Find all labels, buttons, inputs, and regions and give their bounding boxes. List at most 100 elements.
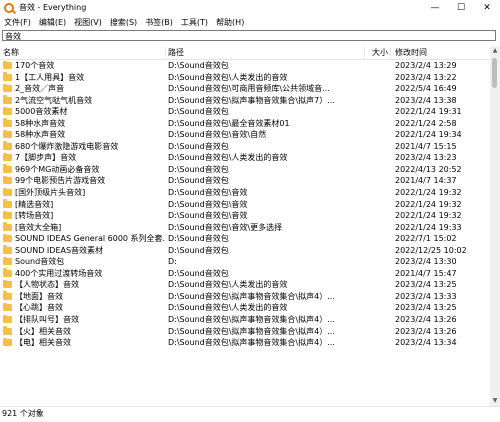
table-row[interactable]: 【人物状态】音效 D:\Sound音效包\人类发出的音效 2023/2/4 13:2… (0, 279, 490, 291)
table-row[interactable]: 【火】相关音效 D:\Sound音效包\拟声事物音效集合\拟声4）... 2023/… (0, 326, 490, 338)
file-name: [精选音效] (15, 199, 54, 209)
date-modified: 2023/2/4 13:29 (395, 61, 457, 70)
folder-icon (3, 60, 12, 69)
vertical-scrollbar[interactable]: ▲ ▼ (490, 46, 500, 406)
folder-icon (3, 95, 12, 104)
file-name: 【火】相关音效 (15, 326, 71, 336)
folder-icon (3, 291, 12, 300)
folder-icon (3, 256, 12, 266)
folder-icon (3, 141, 12, 150)
table-row[interactable]: 5000音效素材 D:\Sound音效包 2022/1/24 19:31 (0, 106, 490, 118)
file-path: D:\Sound音效包\音效 (168, 188, 248, 198)
file-name: 7【脚步声】音效 (15, 153, 77, 163)
table-row[interactable]: 680个爆炸激隐游戏电影音效 D:\Sound音效包 2021/4/7 15:15 (0, 141, 490, 153)
file-path: D:\Sound音效包\人类发出的音效 (168, 72, 288, 82)
table-row[interactable]: [音效大全箱] D:\Sound音效包\音效\更多选择 2022/1/24 19:3… (0, 222, 490, 234)
table-row[interactable]: 2气流空气哒气机音效 D:\Sound音效包\拟声事物音效集合\拟声7）... 20… (0, 95, 490, 107)
file-path: D:\Sound音效包\拟声事物音效集合\拟声4）... (168, 326, 335, 336)
menu-bookmarks[interactable]: 书签(B) (141, 17, 177, 28)
date-modified: 2021/4/7 14:37 (395, 176, 457, 186)
scrollbar-thumb[interactable] (492, 58, 497, 88)
folder-icon (3, 199, 12, 208)
file-name: 【排队叫号】音效 (15, 315, 79, 325)
scroll-up-arrow-icon[interactable]: ▲ (490, 46, 500, 56)
table-row[interactable]: 【心跳】音效 D:\Sound音效包\人类发出的音效 2023/2/4 13:25 (0, 302, 490, 314)
folder-icon (3, 83, 12, 93)
file-name: Sound音效包 (15, 257, 65, 267)
file-name: [音效大全箱] (15, 222, 62, 232)
minimize-button[interactable]: — (422, 0, 448, 15)
file-path: D:\Sound音效包 (168, 164, 229, 174)
date-modified: 2022/1/24 19:34 (395, 130, 462, 140)
file-name: 【心跳】音效 (15, 303, 63, 313)
table-row[interactable]: 【排队叫号】音效 D:\Sound音效包\拟声事物音效集合\拟声4）... 2023… (0, 314, 490, 326)
title-bar: 音效 - Everything — ☐ ✕ (0, 0, 500, 15)
column-divider[interactable] (390, 47, 391, 58)
table-row[interactable]: SOUND IDEAS General 6000 系列全套... D:\Sound… (0, 233, 490, 245)
folder-icon (3, 72, 12, 81)
table-row[interactable]: 969个MG动画必备音效 D:\Sound音效包 2022/4/13 20:52 (0, 164, 490, 176)
column-divider[interactable] (364, 47, 365, 58)
column-name-header[interactable]: 名称 (3, 46, 19, 59)
column-modified-header[interactable]: 修改时间 (395, 46, 427, 59)
file-path: D:\Sound音效包\人类发出的音效 (168, 303, 288, 313)
folder-icon (3, 268, 12, 277)
file-path: D:\Sound音效包 (168, 245, 229, 255)
folder-icon (3, 302, 12, 312)
file-path: D: (168, 257, 177, 267)
column-size-header[interactable]: 大小 (372, 46, 388, 59)
date-modified: 2023/2/4 13:38 (395, 95, 457, 105)
folder-icon (3, 279, 12, 289)
date-modified: 2022/1/24 19:32 (395, 211, 462, 221)
table-row[interactable]: 170个音效 D:\Sound音效包 2023/2/4 13:29 (0, 60, 490, 72)
window-controls: — ☐ ✕ (422, 0, 500, 15)
date-modified: 2023/2/4 13:26 (395, 315, 457, 325)
folder-icon (3, 129, 12, 139)
close-button[interactable]: ✕ (474, 0, 500, 15)
maximize-button[interactable]: ☐ (448, 0, 474, 15)
folder-icon (3, 210, 12, 220)
table-row[interactable]: [精选音效] D:\Sound音效包\音效 2022/1/24 19:32 (0, 199, 490, 211)
folder-icon (3, 175, 12, 185)
date-modified: 2022/4/13 20:52 (395, 164, 462, 174)
menu-edit[interactable]: 编辑(E) (35, 17, 70, 28)
date-modified: 2022/5/4 16:49 (395, 84, 457, 94)
table-row[interactable]: 58种水声音效 D:\Sound音效包\最全音效素材01 2022/1/24 2:5… (0, 118, 490, 130)
column-divider[interactable] (165, 47, 166, 58)
menu-tools[interactable]: 工具(T) (177, 17, 212, 28)
date-modified: 2023/2/4 13:30 (395, 257, 457, 267)
table-row[interactable]: 【电】相关音效 D:\Sound音效包\拟声事物音效集合\拟声4）... 2023/… (0, 337, 490, 349)
table-row[interactable]: SOUND IDEAS音效素材 D:\Sound音效包 2022/12/25 10:… (0, 245, 490, 257)
table-row[interactable]: 【地面】音效 D:\Sound音效包\拟声事物音效集合\拟声4）... 2023/2… (0, 291, 490, 303)
menu-view[interactable]: 视图(V) (70, 17, 106, 28)
date-modified: 2022/1/24 2:58 (395, 118, 457, 128)
column-path-header[interactable]: 路径 (168, 46, 184, 59)
table-row[interactable]: 2_音效／声音 D:\Sound音效包\可商用音频库\公共领域音... 2022/5… (0, 83, 490, 95)
folder-icon (3, 164, 12, 173)
file-path: D:\Sound音效包 (168, 234, 229, 244)
date-modified: 2022/1/24 19:32 (395, 188, 462, 198)
table-row[interactable]: Sound音效包 D: 2023/2/4 13:30 (0, 256, 490, 268)
file-path: D:\Sound音效包 (168, 61, 229, 70)
menu-help[interactable]: 帮助(H) (212, 17, 248, 28)
file-path: D:\Sound音效包 (168, 268, 229, 278)
table-row[interactable]: [国外顶级片头音效] D:\Sound音效包\音效 2022/1/24 19:32 (0, 187, 490, 199)
file-name: [国外顶级片头音效] (15, 188, 86, 198)
folder-icon (3, 233, 12, 243)
table-row[interactable]: 1【工人用具】音效 D:\Sound音效包\人类发出的音效 2023/2/4 13:… (0, 72, 490, 84)
file-name: 58种水声音效 (15, 118, 66, 128)
file-name: 2气流空气哒气机音效 (15, 95, 93, 105)
scroll-down-arrow-icon[interactable]: ▼ (490, 396, 500, 406)
table-row[interactable]: 7【脚步声】音效 D:\Sound音效包\人类发出的音效 2023/2/4 13:2… (0, 152, 490, 164)
menu-search[interactable]: 搜索(S) (106, 17, 141, 28)
folder-icon (3, 326, 12, 335)
date-modified: 2023/2/4 13:22 (395, 72, 457, 82)
table-row[interactable]: 99个电影预告片游戏音效 D:\Sound音效包 2021/4/7 14:37 (0, 175, 490, 187)
table-row[interactable]: 58种水声音效 D:\Sound音效包\音效\自然 2022/1/24 19:34 (0, 129, 490, 141)
table-row[interactable]: 400个实用过渡转场音效 D:\Sound音效包 2021/4/7 15:47 (0, 268, 490, 280)
search-input[interactable]: 音效 (2, 30, 496, 41)
table-row[interactable]: [转场音效] D:\Sound音效包\音效 2022/1/24 19:32 (0, 210, 490, 222)
date-modified: 2023/2/4 13:23 (395, 153, 457, 163)
menu-file[interactable]: 文件(F) (0, 17, 35, 28)
file-name: 400个实用过渡转场音效 (15, 268, 103, 278)
